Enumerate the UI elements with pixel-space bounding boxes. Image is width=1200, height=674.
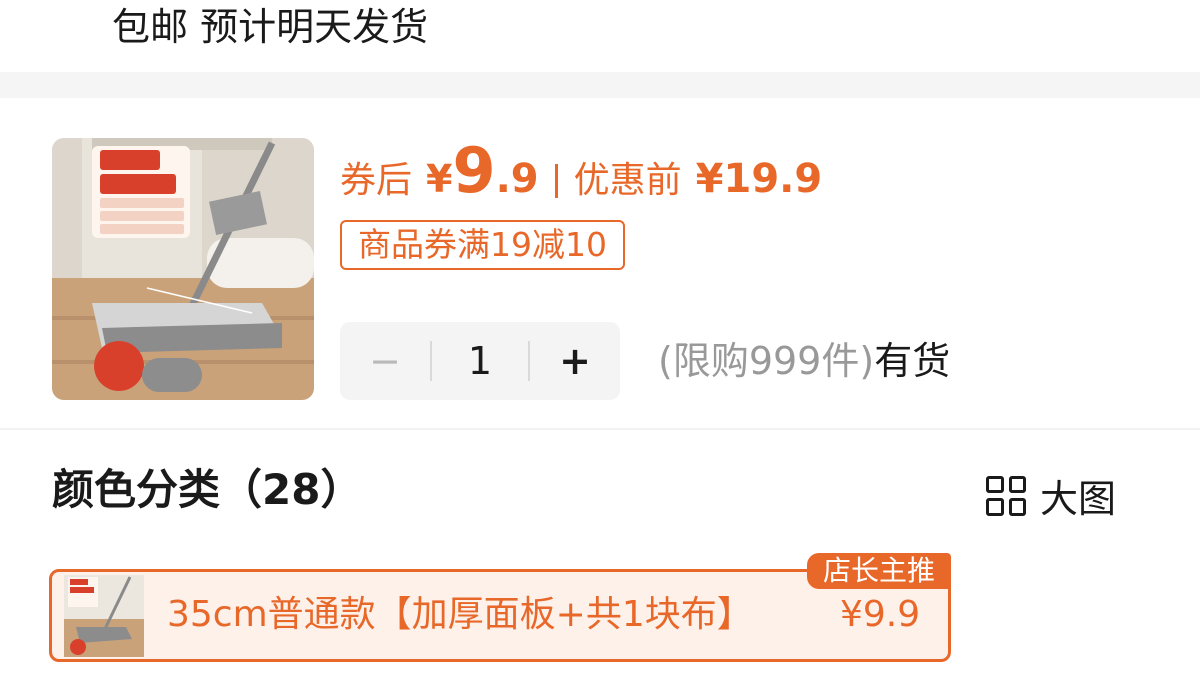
mop-thumbnail-image (64, 575, 144, 657)
shipping-bar: 包邮 预计明天发货 (0, 0, 1200, 72)
variant-price: ¥9.9 (840, 594, 921, 635)
decrease-quantity-button[interactable]: − (340, 322, 430, 400)
after-coupon-label: 券后 (340, 160, 413, 201)
coupon-tag[interactable]: 商品券满19减10 (340, 220, 625, 270)
shipping-info: 包邮 预计明天发货 (112, 5, 429, 49)
quantity-stepper: − 1 + (340, 322, 620, 400)
price-row: 券后 ¥ 9 .9 优惠前 ¥19.9 (340, 140, 822, 210)
after-coupon-price-decimal: .9 (495, 156, 539, 202)
quantity-value[interactable]: 1 (432, 339, 528, 383)
before-discount-label: 优惠前 (573, 160, 682, 201)
grid-icon (986, 475, 1026, 516)
mop-product-image (52, 138, 314, 400)
price-separator (554, 164, 558, 198)
product-thumbnail[interactable] (52, 138, 314, 400)
big-view-toggle[interactable]: 大图 (986, 468, 1116, 523)
increase-quantity-button[interactable]: + (530, 322, 620, 400)
purchase-limit-note: (限购999件) (658, 339, 875, 383)
divider (0, 428, 1200, 430)
color-category-title: 颜色分类（28） (52, 465, 363, 514)
section-divider (0, 72, 1200, 98)
variant-name: 35cm普通款【加厚面板+共1块布】 (167, 594, 753, 635)
big-view-label: 大图 (1040, 477, 1117, 521)
after-coupon-currency: ¥ (426, 157, 453, 201)
after-coupon-price-integer: 9 (452, 134, 496, 207)
recommended-badge: 店长主推 (807, 553, 951, 589)
purchase-limit: (限购999件)有货 (658, 336, 950, 386)
stock-status: 有货 (874, 339, 951, 383)
variant-thumbnail (64, 575, 144, 657)
before-discount-price: ¥19.9 (695, 156, 823, 202)
